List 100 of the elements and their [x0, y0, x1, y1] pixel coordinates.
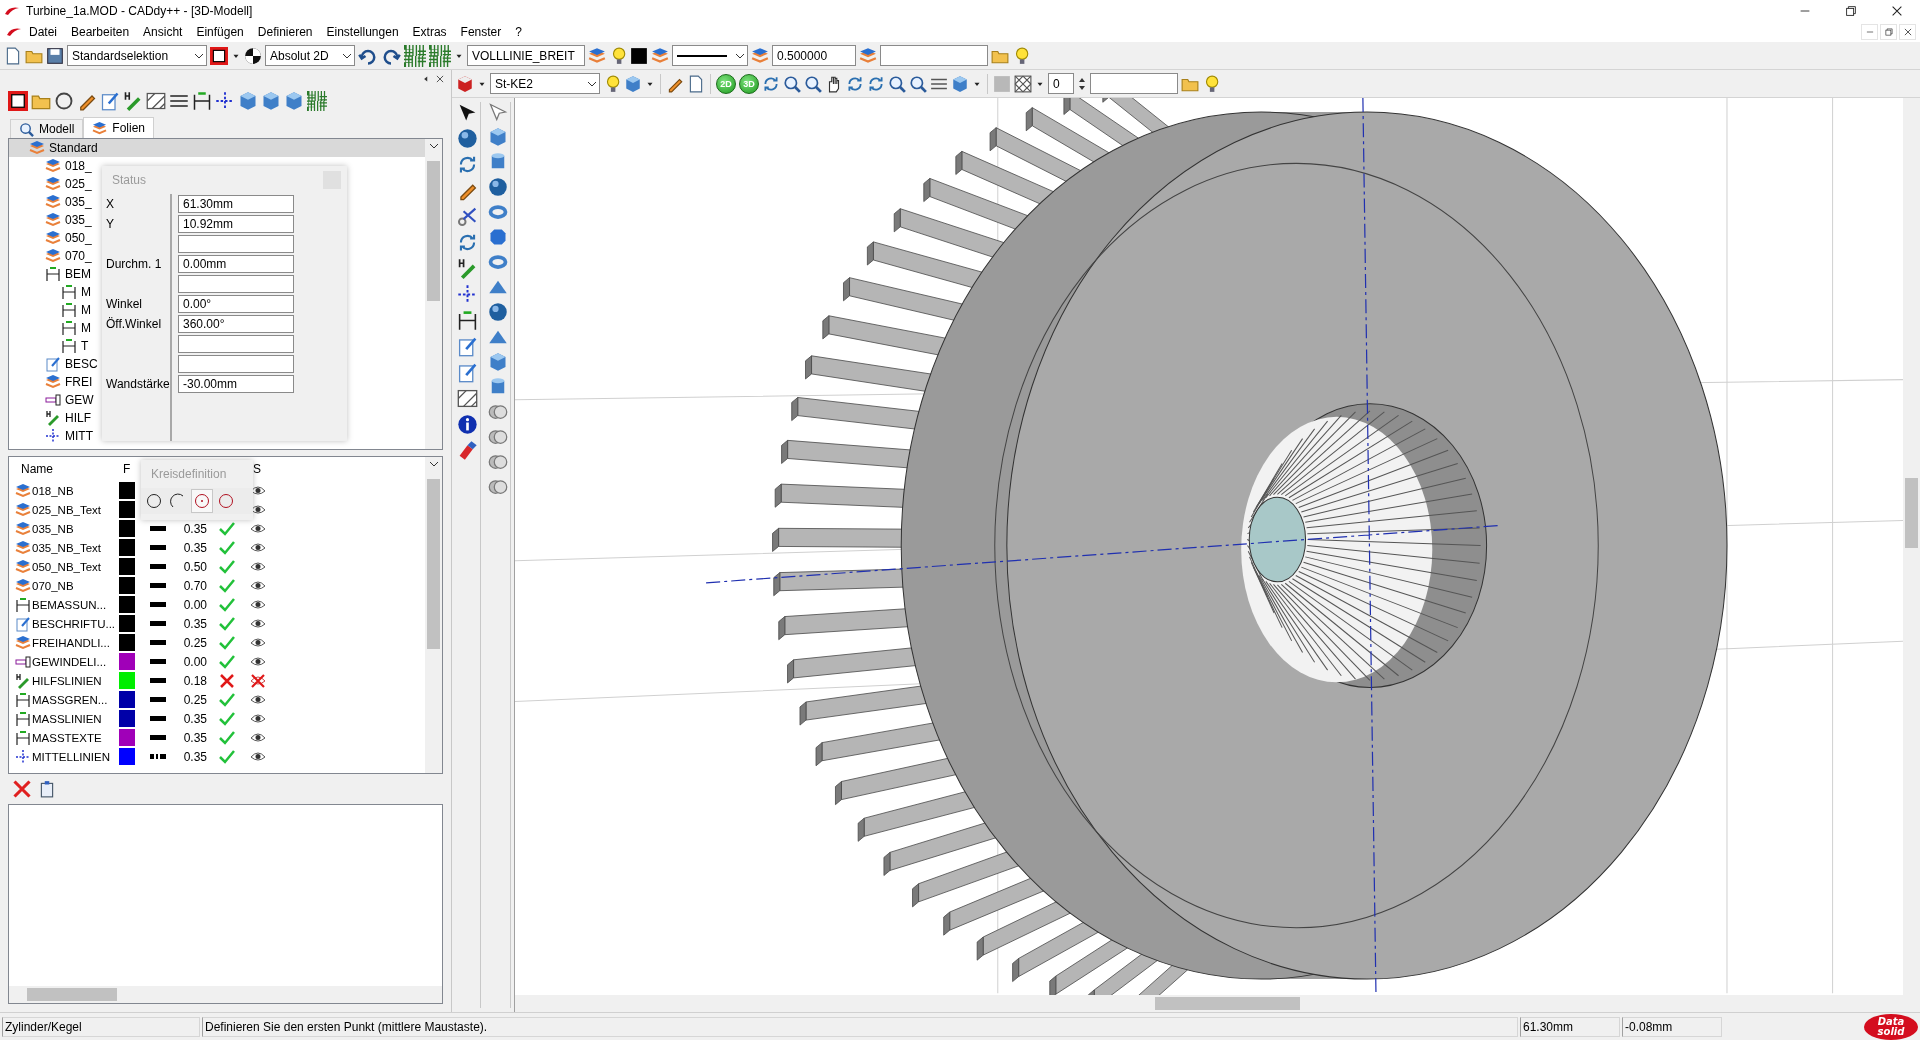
layer-name[interactable]: 018_NB	[32, 484, 74, 497]
cube-icon[interactable]	[951, 74, 969, 93]
outline-arrow-icon[interactable]	[487, 102, 508, 122]
app-logo-icon[interactable]	[6, 27, 22, 37]
tree-item[interactable]: M	[81, 321, 91, 335]
selection-dropdown[interactable]: Standardselektion	[67, 45, 207, 66]
color-swatch[interactable]	[119, 501, 135, 518]
eraser-icon[interactable]	[457, 440, 478, 461]
column-header[interactable]: Name	[15, 462, 119, 476]
spheres-icon[interactable]	[487, 427, 508, 447]
hatch-icon[interactable]	[146, 91, 166, 111]
sphere-icon[interactable]	[487, 177, 508, 197]
color-swatch[interactable]	[119, 691, 135, 708]
eye-icon[interactable]	[250, 750, 266, 763]
eye-icon[interactable]	[250, 636, 266, 649]
color-swatch[interactable]	[119, 539, 135, 556]
tree-item[interactable]: 025_	[65, 177, 92, 191]
solid-cube-icon[interactable]	[456, 74, 474, 93]
check-icon[interactable]	[219, 711, 235, 726]
chevron-icon[interactable]	[428, 141, 439, 151]
scrollbar[interactable]	[1903, 98, 1920, 995]
input-field[interactable]: 360.00°	[178, 315, 294, 333]
color-swatch[interactable]	[119, 672, 135, 689]
layer-name[interactable]: GEWINDELI...	[32, 655, 107, 668]
crossed-eye-icon[interactable]	[250, 673, 266, 688]
selection-frame-icon[interactable]	[8, 91, 28, 111]
tree-item[interactable]: BESC	[65, 357, 98, 371]
line-width-field[interactable]: 0.500000	[772, 45, 856, 66]
magnifier-icon[interactable]	[909, 74, 927, 93]
column-header[interactable]: F	[119, 462, 139, 476]
cube-icon[interactable]	[284, 91, 304, 111]
torus-icon[interactable]	[487, 202, 508, 222]
sphere-icon[interactable]	[457, 128, 478, 149]
tree-item[interactable]: T	[81, 339, 89, 353]
color-swatch[interactable]	[119, 748, 135, 765]
layer-name[interactable]: 035_NB	[32, 522, 74, 535]
layer-name[interactable]: MITTELLINIEN	[32, 750, 110, 763]
check-icon[interactable]	[219, 597, 235, 612]
layer-name[interactable]: HILFSLINIEN	[32, 674, 102, 687]
delete-cross-icon[interactable]	[12, 779, 32, 799]
menu-item[interactable]: Definieren	[250, 23, 320, 41]
tree-item[interactable]: MITT	[65, 429, 93, 443]
clipboard-icon[interactable]	[38, 780, 56, 798]
color-swatch[interactable]	[119, 710, 135, 727]
dotted-grid-icon[interactable]	[404, 44, 426, 67]
eye-icon[interactable]	[250, 617, 266, 630]
cross-icon[interactable]	[220, 673, 234, 688]
line-type-dropdown[interactable]	[672, 45, 748, 66]
magnifier-icon[interactable]	[888, 74, 906, 93]
dimension-icon[interactable]	[192, 91, 212, 111]
color-swatch[interactable]	[119, 520, 135, 537]
scrollbar[interactable]	[425, 457, 442, 773]
crosshair-icon[interactable]	[457, 284, 478, 305]
layers-icon[interactable]	[651, 46, 669, 65]
save-icon[interactable]	[46, 46, 64, 65]
layer-name[interactable]: BEMASSUN...	[32, 598, 107, 611]
box-icon[interactable]	[238, 91, 258, 111]
rotate-icon[interactable]	[867, 74, 885, 93]
checkerboard-icon[interactable]	[1014, 74, 1032, 93]
panel-tab[interactable]: Modell	[10, 119, 84, 138]
check-icon[interactable]	[219, 635, 235, 650]
new-file-icon[interactable]	[4, 46, 22, 65]
color-swatch[interactable]	[119, 634, 135, 651]
input-field[interactable]: 0.00mm	[178, 255, 294, 273]
tree-item[interactable]: BEM	[65, 267, 91, 281]
circle-mode-button[interactable]	[191, 489, 213, 513]
menu-item[interactable]: Datei	[22, 23, 64, 41]
spheres-icon[interactable]	[487, 402, 508, 422]
tree-item[interactable]: 070_	[65, 249, 92, 263]
color-swatch[interactable]	[119, 596, 135, 613]
input-field[interactable]: 0.00°	[178, 295, 294, 313]
note-pencil-icon[interactable]	[457, 336, 478, 357]
layers-icon[interactable]	[588, 46, 606, 65]
eye-icon[interactable]	[250, 560, 266, 573]
box-icon[interactable]	[624, 74, 642, 93]
check-icon[interactable]	[219, 559, 235, 574]
tree-item[interactable]: 050_	[65, 231, 92, 245]
dimension-icon[interactable]	[457, 310, 478, 331]
color-swatch[interactable]	[119, 577, 135, 594]
tree-item[interactable]: M	[81, 303, 91, 317]
tree-item[interactable]: GEW	[65, 393, 94, 407]
scrollbar[interactable]	[9, 986, 442, 1003]
menu-item[interactable]: ?	[508, 23, 529, 41]
check-icon[interactable]	[219, 692, 235, 707]
note-pencil-icon[interactable]	[457, 362, 478, 383]
layer-name[interactable]: 070_NB	[32, 579, 74, 592]
layer-name[interactable]: 025_NB_Text	[32, 503, 102, 516]
eye-icon[interactable]	[250, 731, 266, 744]
menu-item[interactable]: Fenster	[453, 23, 509, 41]
eye-icon[interactable]	[250, 579, 266, 592]
input-field[interactable]	[178, 335, 294, 353]
magnifier-icon[interactable]	[804, 74, 822, 93]
check-icon[interactable]	[219, 730, 235, 745]
sphere-icon[interactable]	[487, 302, 508, 322]
selection-frame-icon[interactable]	[210, 46, 228, 65]
layer-name[interactable]: 035_NB_Text	[32, 541, 102, 554]
layer-name[interactable]: 050_NB_Text	[32, 560, 102, 573]
input-field[interactable]	[178, 235, 294, 253]
helper-pencil-icon[interactable]	[123, 91, 143, 111]
close-icon[interactable]	[435, 74, 445, 84]
